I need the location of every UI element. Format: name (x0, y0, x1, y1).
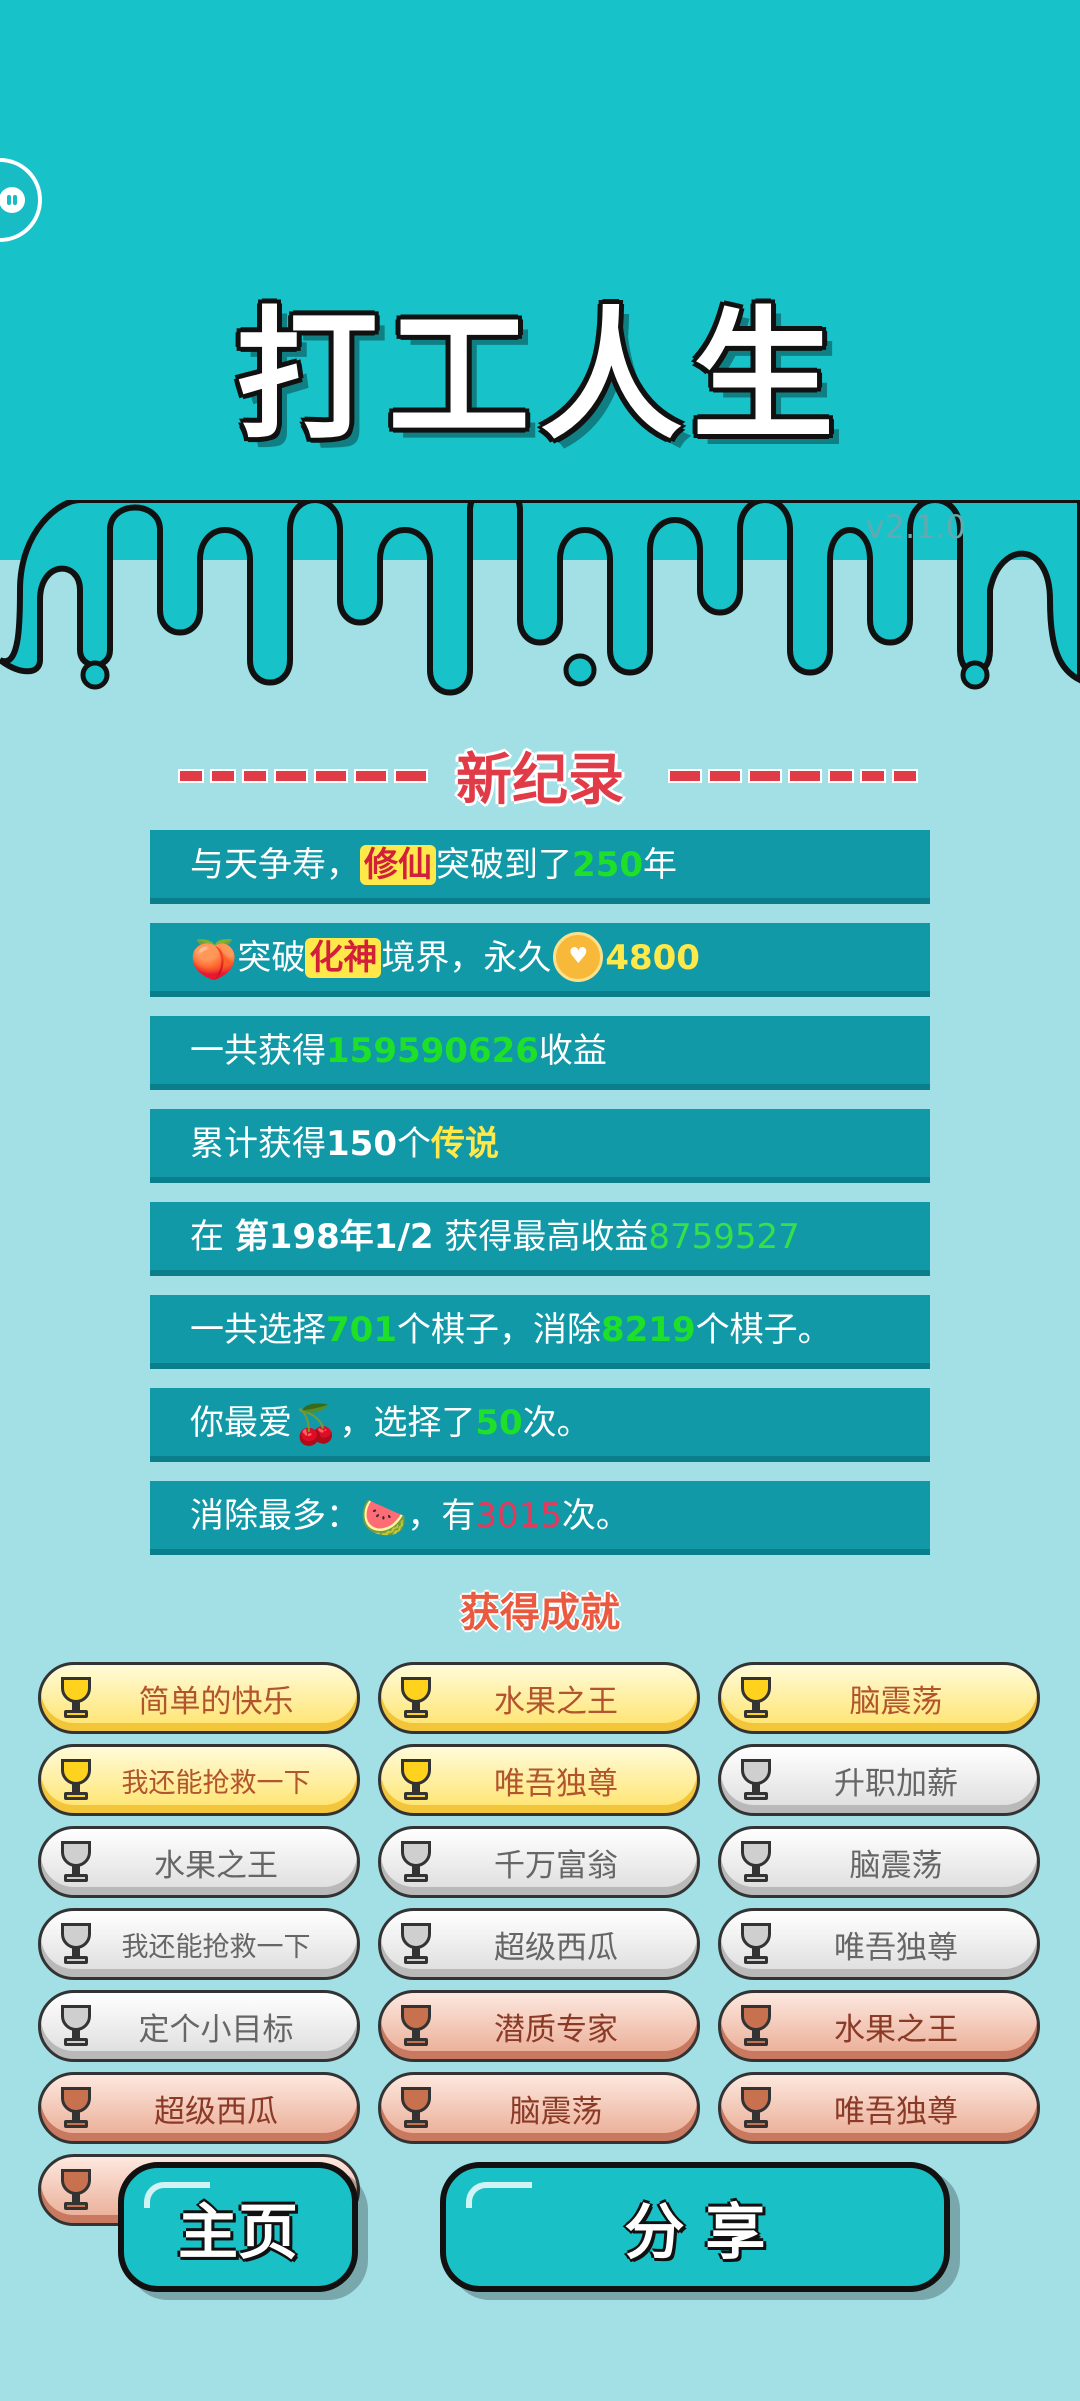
achievement-label: 水果之王 (834, 2011, 958, 2048)
home-button[interactable]: 主页 (118, 2162, 358, 2292)
achievement-badge[interactable]: 我还能抢救一下 (38, 1744, 360, 1816)
trophy-icon (735, 1675, 777, 1721)
record-row-cultivation: 与天争寿， 修仙 突破到了250年 (150, 830, 930, 904)
achievement-badge[interactable]: 脑震荡 (718, 1826, 1040, 1898)
record-title-dash-right (668, 765, 924, 785)
trophy-icon (735, 2085, 777, 2131)
achievement-label: 潜质专家 (494, 2011, 618, 2048)
achievement-badge[interactable]: 超级西瓜 (378, 1908, 700, 1980)
record-row-breakthrough: 🍑突破化神境界，永久4800 (150, 923, 930, 997)
achievement-badge[interactable]: 脑震荡 (718, 1662, 1040, 1734)
trophy-icon (735, 1921, 777, 1967)
achievements-title: 获得成就 (460, 1590, 620, 1636)
achievement-label: 我还能抢救一下 (121, 1931, 311, 1963)
achievement-badge[interactable]: 超级西瓜 (38, 2072, 360, 2144)
cherry-icon: 🍒 (292, 1402, 340, 1447)
watermelon-icon: 🍉 (360, 1495, 408, 1540)
trophy-icon (395, 2085, 437, 2131)
record-row-favorite: 你最爱🍒，选择了50次。 (150, 1388, 930, 1462)
record-row-best-income: 在 第198年1/2 获得最高收益8759527 (150, 1202, 930, 1276)
achievement-label: 简单的快乐 (138, 1683, 294, 1720)
achievement-label: 脑震荡 (849, 1683, 943, 1720)
achievement-label: 我还能抢救一下 (121, 1767, 311, 1799)
achievement-label: 唯吾独尊 (834, 2093, 958, 2130)
peach-icon: 🍑 (190, 937, 238, 982)
achievement-badge[interactable]: 千万富翁 (378, 1826, 700, 1898)
achievement-badge[interactable]: 升职加薪 (718, 1744, 1040, 1816)
achievement-label: 千万富翁 (494, 1847, 618, 1884)
trophy-icon (55, 2167, 97, 2213)
achievement-badge[interactable]: 水果之王 (38, 1826, 360, 1898)
record-row-total-income: 一共获得159590626收益 (150, 1016, 930, 1090)
achievement-badge[interactable]: 简单的快乐 (38, 1662, 360, 1734)
trophy-icon (395, 1757, 437, 1803)
achievement-label: 超级西瓜 (154, 2093, 278, 2130)
trophy-icon (55, 1675, 97, 1721)
record-list: 与天争寿，修仙突破到了250年 🍑突破化神境界，永久4800 一共获得15959… (150, 830, 930, 1574)
record-row-legends: 累计获得150个传说 (150, 1109, 930, 1183)
achievement-label: 水果之王 (494, 1683, 618, 1720)
trophy-icon (395, 1675, 437, 1721)
menu-icon (0, 187, 25, 213)
share-button[interactable]: 分 享 (440, 2162, 950, 2292)
achievement-badge[interactable]: 脑震荡 (378, 2072, 700, 2144)
trophy-icon (55, 1757, 97, 1803)
achievement-label: 超级西瓜 (494, 1929, 618, 1966)
trophy-icon (55, 2085, 97, 2131)
achievement-label: 唯吾独尊 (834, 1929, 958, 1966)
trophy-icon (55, 1921, 97, 1967)
game-title: 打工人生 (236, 294, 844, 459)
achievement-badge[interactable]: 唯吾独尊 (718, 2072, 1040, 2144)
achievement-badge[interactable]: 水果之王 (378, 1662, 700, 1734)
achievement-badge[interactable]: 唯吾独尊 (378, 1744, 700, 1816)
achievement-label: 升职加薪 (834, 1765, 958, 1802)
achievement-label: 脑震荡 (509, 2093, 603, 2130)
trophy-icon (735, 1839, 777, 1885)
trophy-icon (395, 1921, 437, 1967)
record-row-pieces: 一共选择701个棋子，消除8219个棋子。 (150, 1295, 930, 1369)
trophy-icon (735, 2003, 777, 2049)
achievement-badge[interactable]: 潜质专家 (378, 1990, 700, 2062)
record-row-most-eliminated: 消除最多：🍉，有3015次。 (150, 1481, 930, 1555)
heart-coin-icon (553, 931, 604, 982)
achievement-label: 定个小目标 (138, 2011, 294, 2048)
achievement-badge[interactable]: 唯吾独尊 (718, 1908, 1040, 1980)
achievement-badge[interactable]: 水果之王 (718, 1990, 1040, 2062)
trophy-icon (55, 1839, 97, 1885)
achievement-label: 脑震荡 (849, 1847, 943, 1884)
trophy-icon (395, 2003, 437, 2049)
trophy-icon (395, 1839, 437, 1885)
trophy-icon (55, 2003, 97, 2049)
achievement-badge[interactable]: 定个小目标 (38, 1990, 360, 2062)
achievement-badge[interactable]: 我还能抢救一下 (38, 1908, 360, 1980)
version-label: v2.1.0 (865, 508, 966, 546)
achievement-label: 唯吾独尊 (494, 1765, 618, 1802)
trophy-icon (735, 1757, 777, 1803)
achievement-label: 水果之王 (154, 1847, 278, 1884)
